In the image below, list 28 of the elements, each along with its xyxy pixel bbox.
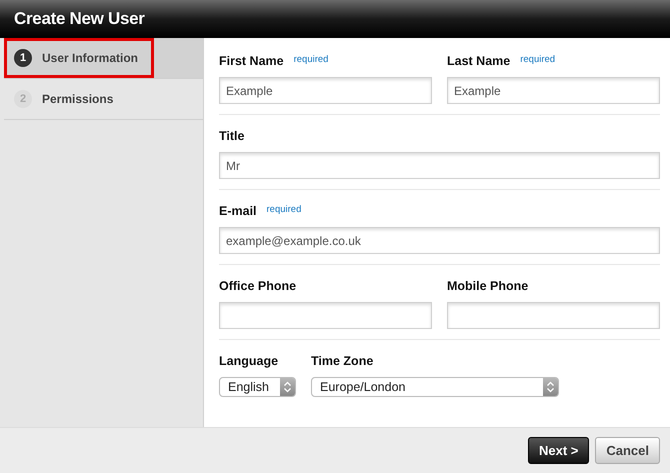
input-field[interactable]: Example bbox=[447, 77, 660, 104]
required-note: required bbox=[294, 54, 328, 65]
required-note: required bbox=[520, 54, 556, 65]
field-label: Mobile Phone bbox=[447, 279, 528, 293]
step-item[interactable]: 1 User Information bbox=[4, 38, 154, 78]
input-field[interactable] bbox=[447, 302, 660, 329]
field-label: Time Zone bbox=[311, 354, 374, 368]
required-note: required bbox=[266, 204, 302, 215]
field-label: E-mail bbox=[219, 204, 257, 218]
field-label: Title bbox=[219, 129, 244, 143]
input-field[interactable] bbox=[219, 302, 432, 329]
cancel-button[interactable]: Cancel bbox=[595, 437, 660, 464]
step-number: 1 bbox=[14, 48, 32, 66]
field-label: Office Phone bbox=[219, 279, 296, 293]
dropdown[interactable]: Europe/London bbox=[311, 377, 559, 397]
field-label: Language bbox=[219, 354, 278, 368]
dropdown[interactable]: English bbox=[219, 377, 296, 397]
step-label: User Information bbox=[42, 50, 138, 64]
stepper-arrows-icon bbox=[280, 378, 295, 396]
next-button[interactable]: Next > bbox=[528, 437, 590, 464]
field-label: First Name bbox=[219, 54, 284, 68]
field-label: Last Name bbox=[447, 54, 510, 68]
input-field[interactable]: Mr bbox=[219, 152, 660, 179]
input-field[interactable]: Example bbox=[219, 77, 432, 104]
step-label: Permissions bbox=[42, 92, 114, 106]
stepper-arrows-icon bbox=[543, 378, 558, 396]
input-field[interactable]: example@example.co.uk bbox=[219, 227, 660, 254]
window-title: Create New User bbox=[14, 9, 145, 29]
